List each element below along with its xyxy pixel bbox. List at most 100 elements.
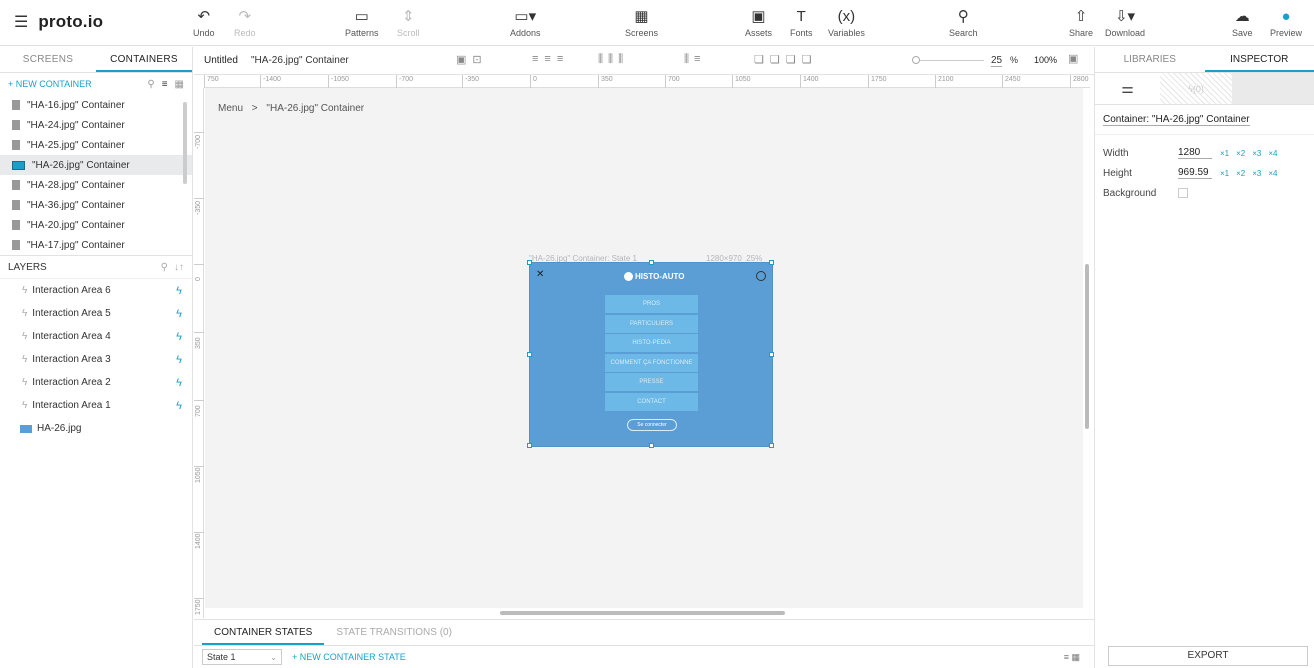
preview-button[interactable]: ● Preview <box>1270 7 1302 39</box>
patterns-button[interactable]: ▭ Patterns <box>345 7 379 38</box>
sliders-icon[interactable]: ⚌ <box>1095 73 1160 104</box>
interaction-bolt-icon[interactable]: ϟ <box>176 400 182 412</box>
zoom-input[interactable]: 25 <box>991 55 1003 67</box>
container-list-item[interactable]: "HA-20.jpg" Container <box>0 215 192 235</box>
resize-handle[interactable] <box>769 443 774 448</box>
layer-item[interactable]: ϟ Interaction Area 3ϟ <box>0 348 192 371</box>
artboard-menu-item[interactable]: COMMENT ÇA FONCTIONNE <box>605 353 698 372</box>
canvas-vertical-scrollbar[interactable] <box>1085 264 1089 429</box>
container-list-scrollbar[interactable] <box>183 102 187 184</box>
layer-item[interactable]: ϟ Interaction Area 5ϟ <box>0 302 192 325</box>
save-button[interactable]: ☁ Save <box>1232 7 1253 38</box>
view-toggle-icons[interactable]: ≡ ▦ <box>1064 652 1080 663</box>
resize-handle[interactable] <box>769 352 774 357</box>
resize-handle[interactable] <box>527 260 532 265</box>
screens-button[interactable]: ▦ Screens <box>625 7 658 38</box>
list-view-icon[interactable]: ≡ <box>162 79 168 90</box>
state-row: State 1 ⌄ + NEW CONTAINER STATE ≡ ▦ <box>194 646 1094 668</box>
font-icon: T <box>796 7 806 25</box>
connect-button[interactable]: Se connecter <box>627 419 677 431</box>
layer-item[interactable]: ϟ Interaction Area 4ϟ <box>0 325 192 348</box>
canvas-horizontal-scrollbar[interactable] <box>500 611 785 615</box>
layer-item[interactable]: ϟ Interaction Area 2ϟ <box>0 371 192 394</box>
zoom-slider-handle[interactable] <box>912 56 920 64</box>
spacing-icons[interactable]: ⫼≡ <box>684 53 705 66</box>
new-container-state-button[interactable]: + NEW CONTAINER STATE <box>292 652 406 662</box>
search-button[interactable]: ⚲ Search <box>949 7 978 38</box>
inspector-subtabs: ⚌ ϟ (0) <box>1095 73 1314 105</box>
search-icon[interactable]: ⚲ <box>161 262 168 273</box>
frame-tools-icons[interactable]: ▣⊡ <box>456 53 488 66</box>
container-list-item[interactable]: "HA-17.jpg" Container <box>0 235 192 255</box>
ruler-tick: 0 <box>194 264 204 281</box>
container-list-item[interactable]: "HA-28.jpg" Container <box>0 175 192 195</box>
share-button[interactable]: ⇧ Share <box>1069 7 1093 38</box>
artboard-menu-item[interactable]: PRESSE <box>605 373 698 391</box>
interaction-bolt-icon[interactable]: ϟ <box>176 331 182 343</box>
bolt-icon: ϟ <box>22 308 28 319</box>
background-swatch[interactable] <box>1178 188 1188 198</box>
tab-container-states[interactable]: CONTAINER STATES <box>202 620 325 645</box>
zoom-100-button[interactable]: 100% <box>1034 55 1057 65</box>
interaction-bolt-icon[interactable]: ϟ <box>176 354 182 366</box>
width-row: Width 1280 ×1 ×2 ×3 ×4 <box>1103 147 1278 159</box>
align-icons[interactable]: ≡≡≡ <box>532 53 569 65</box>
fonts-button[interactable]: T Fonts <box>790 7 813 39</box>
document-title[interactable]: Untitled <box>204 55 238 66</box>
layer-item[interactable]: ϟ Interaction Area 1ϟ <box>0 394 192 417</box>
resize-handle[interactable] <box>649 443 654 448</box>
interaction-bolt-icon[interactable]: ϟ <box>176 285 182 297</box>
interaction-bolt-icon[interactable]: ϟ <box>176 308 182 320</box>
arrange-icons[interactable]: ❏❏❏❏ <box>754 53 817 66</box>
ruler-tick: -700 <box>194 132 204 149</box>
export-button[interactable]: EXPORT <box>1108 646 1308 666</box>
user-icon[interactable] <box>756 271 766 281</box>
interaction-bolt-icon[interactable]: ϟ <box>176 377 182 389</box>
layer-image[interactable]: HA-26.jpg <box>0 417 192 440</box>
download-button[interactable]: ⇩▾ Download <box>1105 7 1145 38</box>
zoom-slider[interactable] <box>914 60 984 61</box>
tab-libraries[interactable]: LIBRARIES <box>1095 47 1205 72</box>
resize-handle[interactable] <box>769 260 774 265</box>
artboard-menu-item[interactable]: CONTACT <box>605 392 698 411</box>
search-icon[interactable]: ⚲ <box>147 79 154 90</box>
width-input[interactable]: 1280 <box>1178 147 1212 159</box>
artboard-menu-item[interactable]: HISTO-PEDIA <box>605 334 698 352</box>
ruler-tick: -350 <box>462 75 479 88</box>
scroll-button[interactable]: ⇕ Scroll <box>397 7 420 38</box>
container-list-item[interactable]: "HA-16.jpg" Container <box>0 95 192 115</box>
addons-button[interactable]: ▭▾ Addons <box>510 7 541 38</box>
artboard[interactable]: ✕ HISTO-AUTO PROS PARTICULIERS HISTO-PEDIA… <box>527 260 774 448</box>
breadcrumb-menu[interactable]: Menu <box>218 103 243 114</box>
hamburger-icon[interactable]: ☰ <box>14 12 28 32</box>
variables-button[interactable]: (x) Variables <box>828 7 865 39</box>
layer-item[interactable]: ϟ Interaction Area 6ϟ <box>0 279 192 302</box>
tab-inspector[interactable]: INSPECTOR <box>1204 47 1314 72</box>
container-list-item[interactable]: "HA-26.jpg" Container <box>0 155 192 175</box>
interactions-subtab[interactable]: ϟ (0) <box>1160 73 1232 104</box>
redo-button[interactable]: ↷ Redo <box>234 7 256 38</box>
distribute-icons[interactable]: ⫼⫼⫼ <box>598 53 628 66</box>
new-container-button[interactable]: + NEW CONTAINER <box>8 79 92 89</box>
resize-handle[interactable] <box>649 260 654 265</box>
close-icon[interactable]: ✕ <box>536 269 544 280</box>
tab-containers[interactable]: CONTAINERS <box>96 47 192 72</box>
new-container-row: + NEW CONTAINER ⚲ ≡ ▦ <box>0 73 192 95</box>
sort-icon[interactable]: ↓↑ <box>174 262 184 273</box>
assets-button[interactable]: ▣ Assets <box>745 7 772 38</box>
container-list-item[interactable]: "HA-25.jpg" Container <box>0 135 192 155</box>
breadcrumb: Menu > "HA-26.jpg" Container <box>218 103 364 114</box>
artboard-menu-item[interactable]: PROS <box>605 295 698 313</box>
undo-button[interactable]: ↶ Undo <box>193 7 215 38</box>
height-input[interactable]: 969.59 <box>1178 167 1212 179</box>
state-select[interactable]: State 1 ⌄ <box>202 649 282 665</box>
tab-screens[interactable]: SCREENS <box>0 47 96 72</box>
container-list-item[interactable]: "HA-24.jpg" Container <box>0 115 192 135</box>
tab-state-transitions[interactable]: STATE TRANSITIONS (0) <box>324 620 464 645</box>
container-list-item[interactable]: "HA-36.jpg" Container <box>0 195 192 215</box>
artboard-menu-item[interactable]: PARTICULIERS <box>605 314 698 333</box>
grid-view-icon[interactable]: ▦ <box>175 79 184 90</box>
resize-handle[interactable] <box>527 443 532 448</box>
resize-handle[interactable] <box>527 352 532 357</box>
fit-screen-icon[interactable]: ▣ <box>1068 52 1078 65</box>
